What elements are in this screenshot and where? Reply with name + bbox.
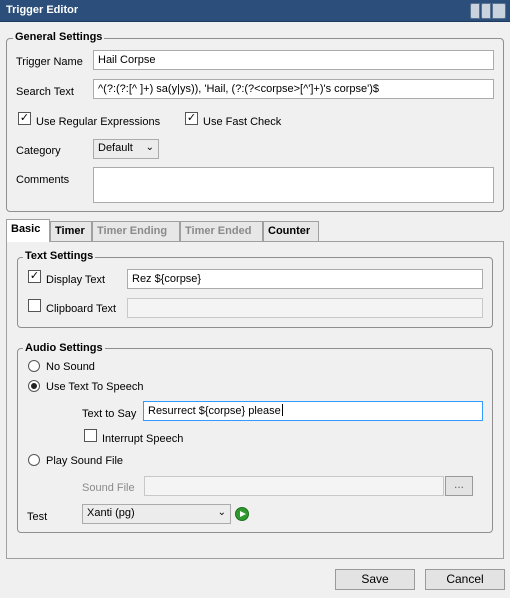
search-text-label: Search Text [16,86,74,98]
use-regex-checkbox[interactable]: ✓ [18,112,31,125]
voice-value: Xanti (pg) [87,507,135,519]
tts-radio[interactable] [28,380,40,392]
display-text-checkbox[interactable]: ✓ [28,270,41,283]
category-select[interactable]: Default ⌄ [93,139,159,159]
clipboard-text-label: Clipboard Text [46,303,117,315]
title-bar: Trigger Editor [0,0,510,22]
window-buttons-icon[interactable] [469,3,506,19]
save-button[interactable]: Save [335,569,415,590]
text-caret [281,404,283,416]
no-sound-label: No Sound [46,361,95,373]
browse-button[interactable]: ... [445,476,473,496]
play-sound-radio[interactable] [28,454,40,466]
trigger-name-label: Trigger Name [16,56,83,68]
text-to-say-label: Text to Say [82,408,137,420]
use-regex-label: Use Regular Expressions [36,116,161,128]
chevron-down-icon: ⌄ [145,142,154,153]
check-icon: ✓ [19,112,30,124]
clipboard-text-input[interactable] [127,298,483,318]
tab-label: Timer Ended [185,225,252,237]
general-settings-title: General Settings [13,31,105,43]
display-text-label: Display Text [46,274,106,286]
window-button[interactable] [492,3,506,19]
tab-basic[interactable]: Basic [6,219,50,242]
chevron-down-icon: ⌄ [217,507,226,518]
voice-select[interactable]: Xanti (pg) ⌄ [82,504,231,524]
sound-file-input[interactable] [144,476,444,496]
play-icon[interactable] [235,507,249,521]
text-to-say-input[interactable]: Resurrect ${corpse} please [143,401,483,421]
audio-settings-title: Audio Settings [23,342,105,354]
check-icon: ✓ [186,112,197,124]
category-label: Category [16,145,61,157]
tab-counter[interactable]: Counter [263,221,319,242]
tab-label: Timer Ending [97,225,168,237]
clipboard-text-checkbox[interactable] [28,299,41,312]
text-settings-title: Text Settings [23,250,96,262]
test-label: Test [27,511,48,523]
interrupt-speech-label: Interrupt Speech [102,433,184,445]
comments-label: Comments [16,174,70,186]
sound-file-label: Sound File [82,482,135,494]
comments-input[interactable] [93,167,494,203]
play-sound-label: Play Sound File [46,455,124,467]
text-to-say-value: Resurrect ${corpse} please [148,405,281,417]
fast-check-checkbox[interactable]: ✓ [185,112,198,125]
interrupt-speech-checkbox[interactable] [84,429,97,442]
search-text-input[interactable]: ^(?:(?:[^ ]+) sa(y|ys)), 'Hail, (?:(?<co… [93,79,494,99]
tab-timer-ended[interactable]: Timer Ended [180,221,263,242]
tab-label: Counter [268,225,311,237]
category-value: Default [98,142,133,154]
tab-label: Basic [11,223,41,235]
check-icon: ✓ [29,270,40,282]
no-sound-radio[interactable] [28,360,40,372]
tts-label: Use Text To Speech [46,381,144,393]
tab-label: Timer [55,225,85,237]
cancel-button[interactable]: Cancel [425,569,505,590]
display-text-input[interactable]: Rez ${corpse} [127,269,483,289]
fast-check-label: Use Fast Check [203,116,282,128]
tab-timer-ending[interactable]: Timer Ending [92,221,180,242]
window-title: Trigger Editor [6,4,79,16]
window-button[interactable] [470,3,480,19]
tab-timer[interactable]: Timer [50,221,92,242]
trigger-name-input[interactable]: Hail Corpse [93,50,494,70]
window-button[interactable] [481,3,491,19]
